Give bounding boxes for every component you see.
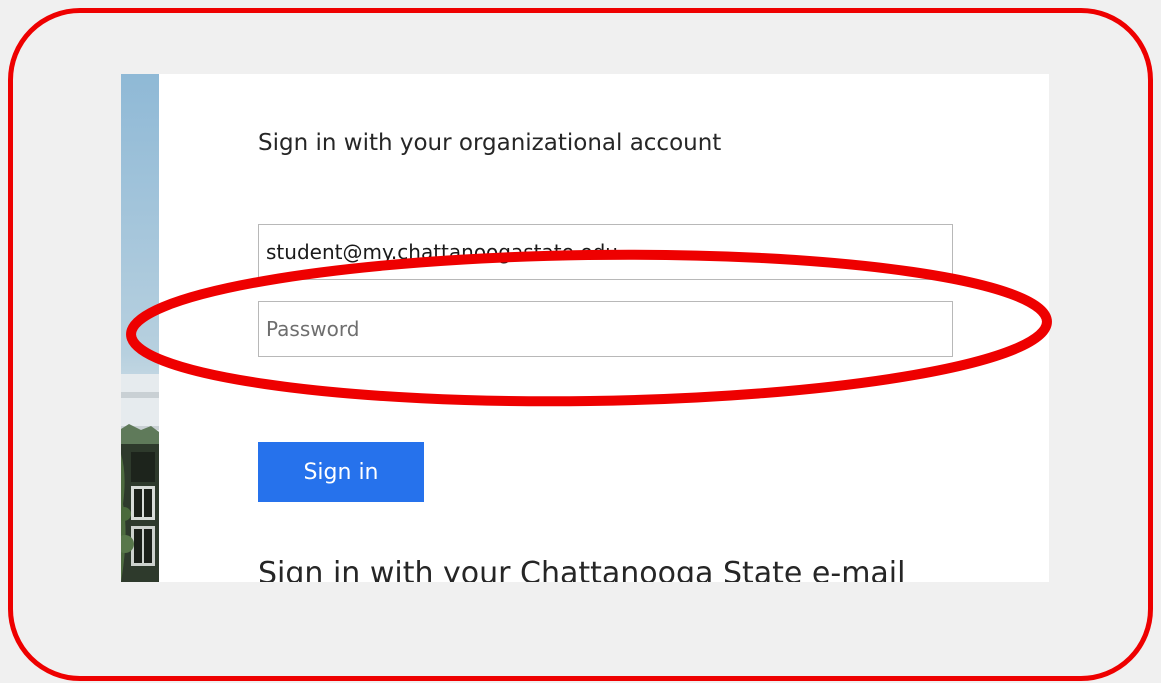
- chattanooga-email-heading: Sign in with your Chattanooga State e-ma…: [258, 556, 906, 582]
- signin-panel: Sign in with your organizational account…: [159, 74, 1049, 582]
- background-photo-strip: [121, 74, 159, 582]
- password-field[interactable]: [258, 301, 953, 357]
- email-field[interactable]: [258, 224, 953, 280]
- login-screenshot: Sign in with your organizational account…: [121, 74, 1049, 582]
- organizational-account-heading: Sign in with your organizational account: [258, 130, 722, 156]
- building-photo-image: [121, 74, 159, 582]
- signin-button[interactable]: Sign in: [258, 442, 424, 502]
